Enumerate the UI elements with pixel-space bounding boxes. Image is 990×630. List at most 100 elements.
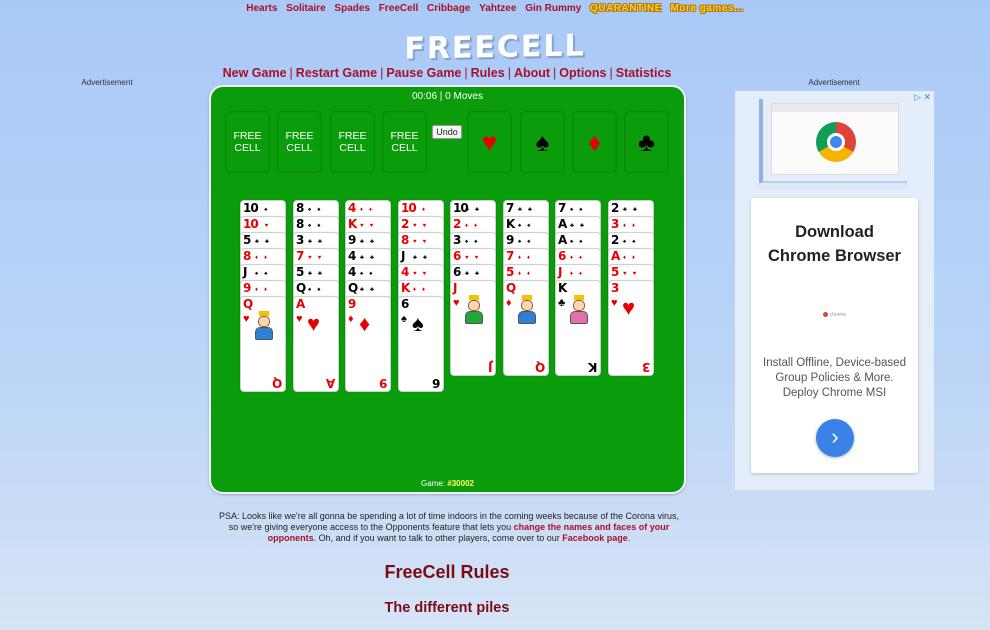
card-rank: 5: [611, 265, 619, 279]
card-rank-bottom: J: [487, 360, 492, 374]
card-rank: 7: [558, 201, 566, 215]
card-suit-icon: ♠: [401, 313, 407, 325]
card-rank: J: [558, 265, 563, 279]
card-rank: 3: [453, 233, 461, 247]
card-pips: ♣♣: [255, 239, 275, 245]
card-rank: 5: [296, 265, 304, 279]
nav-link-spades[interactable]: Spades: [334, 3, 370, 14]
card-rank: 6: [453, 265, 461, 279]
nav-link-cribbage[interactable]: Cribbage: [427, 3, 470, 14]
nav-link-gin-rummy[interactable]: Gin Rummy: [525, 3, 581, 14]
psa-text: . Oh, and if you want to talk to other p…: [313, 533, 563, 543]
playing-card[interactable]: Q ♦ Q: [503, 280, 549, 376]
nav-link-freecell[interactable]: FreeCell: [379, 3, 418, 14]
foundation-spades[interactable]: ♠: [520, 111, 565, 173]
ad-label-left: Advertisement: [81, 78, 133, 87]
card-pips: ♥♥: [308, 255, 328, 261]
card-pips: ♠♠: [308, 287, 327, 293]
restart-game-link[interactable]: Restart Game: [296, 66, 377, 80]
card-rank: 9: [243, 281, 251, 295]
nav-link-quarantine[interactable]: QUARANTINE: [590, 3, 662, 14]
menu-separator: |: [380, 66, 384, 80]
rules-heading: FreeCell Rules: [384, 562, 510, 582]
menu-separator: |: [507, 66, 511, 80]
menu-separator: |: [609, 66, 613, 80]
foundation-hearts[interactable]: ♥: [467, 111, 512, 173]
browser-bar: [772, 104, 898, 112]
free-cell-4[interactable]: FREE CELL: [382, 111, 427, 173]
card-pips: ♠♠: [518, 239, 537, 245]
card-pips: ♥♥: [623, 271, 643, 277]
options-link[interactable]: Options: [559, 66, 606, 80]
card-rank: A: [611, 249, 620, 263]
card-pips: ♣♣: [465, 207, 485, 213]
game-number[interactable]: #30002: [447, 479, 474, 488]
playing-card[interactable]: A ♥ ♥ A: [293, 296, 339, 392]
menu-separator: |: [553, 66, 557, 80]
ad-banner[interactable]: ▷ ✕ Download Chrome Browser chrome Instal…: [735, 91, 934, 490]
playing-card[interactable]: 6 ♠ ♠ 6: [398, 296, 444, 392]
rules-link[interactable]: Rules: [471, 66, 505, 80]
timer-moves-status: 00:06 | 0 Moves: [412, 91, 483, 102]
card-pips: ♥♥: [465, 255, 485, 261]
card-rank: 5: [243, 233, 251, 247]
nav-link-more-games[interactable]: More games...: [671, 3, 744, 14]
card-pips: ♣♣: [465, 271, 485, 277]
card-pips: ♠♠: [570, 207, 589, 213]
card-pips: ♥♥: [413, 271, 433, 277]
playing-card[interactable]: 9 ♦ ♦ 9: [345, 296, 391, 392]
facebook-page-link[interactable]: Facebook page: [562, 533, 628, 543]
card-suit-icon: ♥: [453, 297, 460, 309]
card-rank: 5: [506, 265, 514, 279]
card-rank: 9: [506, 233, 514, 247]
ad-label-right: Advertisement: [808, 78, 860, 87]
menu-separator: |: [464, 66, 468, 80]
chrome-logo-icon: [816, 122, 856, 162]
card-pips: ♣♣: [623, 207, 643, 213]
card-rank: Q: [506, 281, 516, 295]
card-pips: ♠♠: [570, 239, 589, 245]
playing-card[interactable]: Q ♥ Q: [240, 296, 286, 392]
card-rank: 4: [348, 265, 356, 279]
card-pips: ♦♦: [518, 255, 537, 261]
card-center-suit-icon: ♦: [359, 311, 371, 336]
playing-card[interactable]: K ♣ K: [555, 280, 601, 376]
nav-link-solitaire[interactable]: Solitaire: [286, 3, 325, 14]
club-icon: ♣: [637, 127, 656, 157]
card-rank: A: [296, 297, 305, 311]
undo-button[interactable]: Undo: [432, 125, 462, 139]
card-rank-bottom: K: [587, 360, 597, 374]
playing-card[interactable]: J ♥ J: [450, 280, 496, 376]
nav-link-yahtzee[interactable]: Yahtzee: [479, 3, 516, 14]
foundation-clubs[interactable]: ♣: [624, 111, 669, 173]
card-rank: 9: [348, 297, 356, 311]
free-cell-2[interactable]: FREE CELL: [277, 111, 322, 173]
card-pips: ♠♠: [255, 271, 274, 277]
card-rank: K: [558, 281, 567, 295]
adchoices-icon[interactable]: ▷ ✕: [914, 92, 931, 103]
free-cell-3[interactable]: FREE CELL: [330, 111, 375, 173]
ad-panel[interactable]: Download Chrome Browser chrome Install Of…: [751, 198, 918, 473]
new-game-link[interactable]: New Game: [223, 66, 287, 80]
card-center-suit-icon: ♥: [307, 311, 321, 336]
psa-text: .: [627, 533, 631, 543]
free-cell-label-line2: CELL: [234, 142, 261, 154]
card-rank: Q: [243, 297, 253, 311]
card-rank: 2: [453, 217, 461, 231]
nav-link-hearts[interactable]: Hearts: [246, 3, 277, 14]
playing-card[interactable]: 3 ♥ ♥ 3: [608, 280, 654, 376]
free-cell-label-line2: CELL: [391, 142, 418, 154]
foundation-diamonds[interactable]: ♦: [572, 111, 617, 173]
card-rank-bottom: Q: [534, 360, 545, 374]
card-pips: ♣♣: [360, 239, 380, 245]
free-cell-label: FREE CELL: [390, 130, 418, 154]
free-cell-1[interactable]: FREE CELL: [225, 111, 270, 173]
ad-cta-arrow-button[interactable]: ›: [816, 419, 854, 457]
statistics-link[interactable]: Statistics: [616, 66, 672, 80]
ad-description: Install Offline, Device-based Group Poli…: [763, 357, 906, 399]
card-rank: K: [348, 217, 357, 231]
about-link[interactable]: About: [514, 66, 550, 80]
card-suit-icon: ♥: [243, 313, 250, 325]
card-pips: ♣♣: [360, 287, 380, 293]
pause-game-link[interactable]: Pause Game: [386, 66, 461, 80]
